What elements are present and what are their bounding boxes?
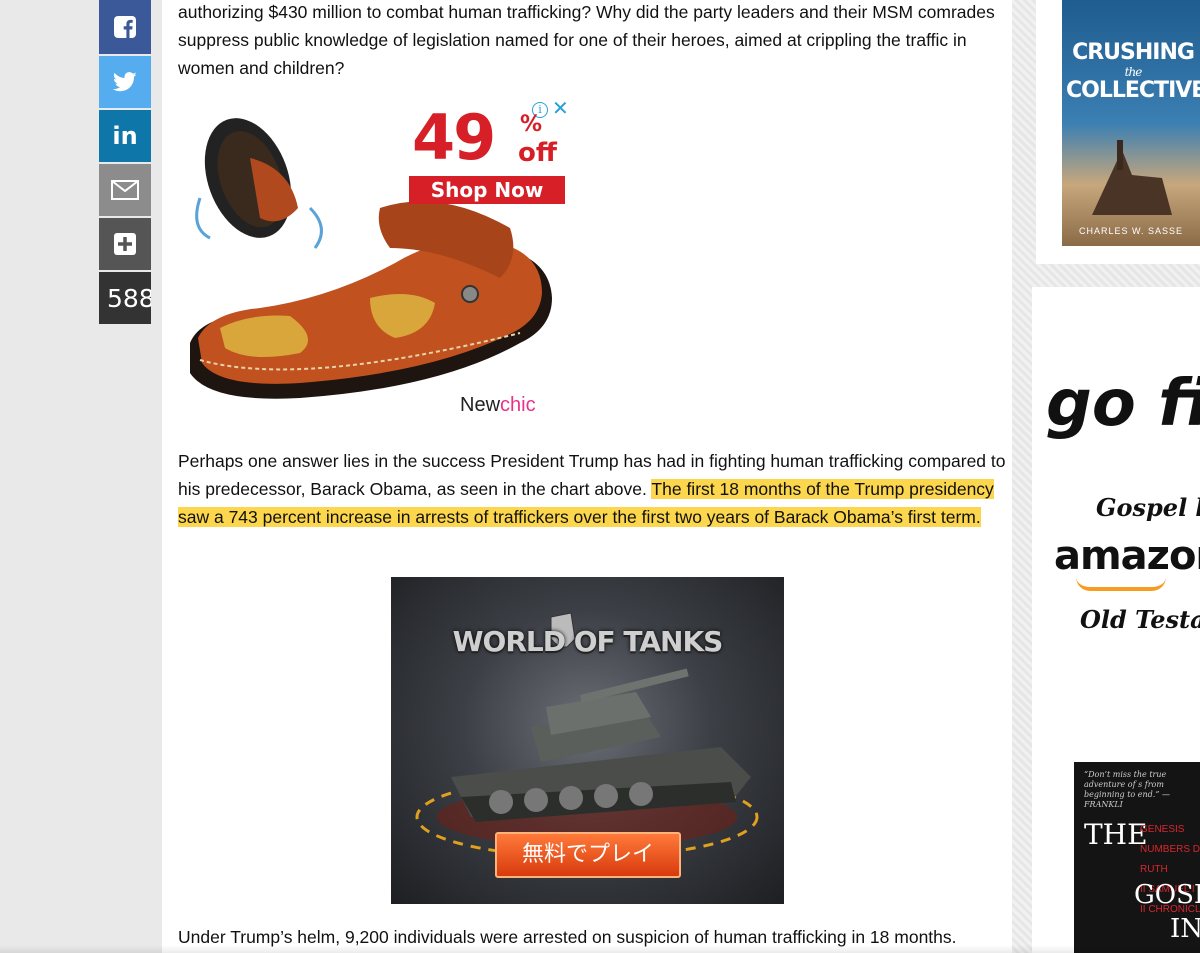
shoe-advertisement[interactable]: i ✕ 49 % off Shop Now Newchic	[180, 98, 570, 428]
bottom-shadow	[0, 945, 1200, 953]
article-paragraph-highlighted: Perhaps one answer lies in the success P…	[178, 447, 1008, 531]
book2-quote: “Don’t miss the true adventure of s from…	[1084, 770, 1170, 809]
promo-subline: Gospel b	[1096, 493, 1200, 522]
article-paragraph: authorizing $430 million to combat human…	[178, 2, 995, 78]
ad-brand-part1: New	[460, 394, 501, 416]
amazon-smile-icon	[1076, 577, 1166, 591]
ad-percent-symbol: %	[520, 112, 543, 137]
ad-shop-now-button[interactable]: Shop Now	[409, 176, 565, 204]
facebook-share-button[interactable]	[99, 0, 151, 54]
linkedin-share-button[interactable]: in	[99, 110, 151, 162]
play-free-button[interactable]: 無料でプレイ	[495, 832, 681, 878]
promo-old-testament: Old Testan	[1080, 605, 1200, 634]
sidebar-widget-promo: go fi Gospel b amazor Old Testan “Don’t …	[1032, 287, 1200, 953]
social-share-bar: in 588	[99, 0, 151, 324]
shipwreck-illustration	[1092, 140, 1172, 215]
book-author: CHARLES W. SASSE	[1078, 226, 1184, 236]
email-icon	[111, 180, 139, 200]
book2-gospel: GOSPE	[1134, 880, 1200, 910]
amazon-logo[interactable]: amazor	[1054, 533, 1200, 579]
sidebar-widget-book: CRUSHING the COLLECTIVE CHARLES W. SASSE	[1036, 0, 1200, 264]
book-cover-the-gospel[interactable]: “Don’t miss the true adventure of s from…	[1074, 762, 1200, 953]
tank-game-advertisement[interactable]: WORLD OF TANKS 無料でプレイ	[391, 577, 784, 904]
article-column: authorizing $430 million to combat human…	[162, 0, 1012, 953]
ad-off-label: off	[518, 138, 557, 168]
twitter-share-button[interactable]	[99, 56, 151, 108]
plus-icon	[114, 233, 136, 255]
right-sidebar: CRUSHING the COLLECTIVE CHARLES W. SASSE…	[1012, 0, 1200, 953]
sandal-image	[190, 118, 552, 399]
facebook-icon	[114, 16, 136, 38]
share-count: 588	[99, 272, 151, 324]
tank-game-logo: WORLD OF TANKS	[452, 625, 724, 658]
twitter-icon	[113, 72, 137, 92]
linkedin-icon: in	[112, 122, 138, 150]
email-share-button[interactable]	[99, 164, 151, 216]
book2-in: IN	[1170, 914, 1200, 944]
promo-headline: go fi	[1046, 367, 1200, 441]
more-share-button[interactable]	[99, 218, 151, 270]
ad-discount: 49	[412, 101, 496, 174]
ad-close-icon[interactable]: ✕	[552, 98, 569, 120]
ad-brand-logo: Newchic	[460, 394, 536, 417]
book-cover-crushing-the-collective[interactable]: CRUSHING the COLLECTIVE CHARLES W. SASSE	[1062, 0, 1200, 246]
ad-brand-part2: chic	[500, 394, 536, 416]
